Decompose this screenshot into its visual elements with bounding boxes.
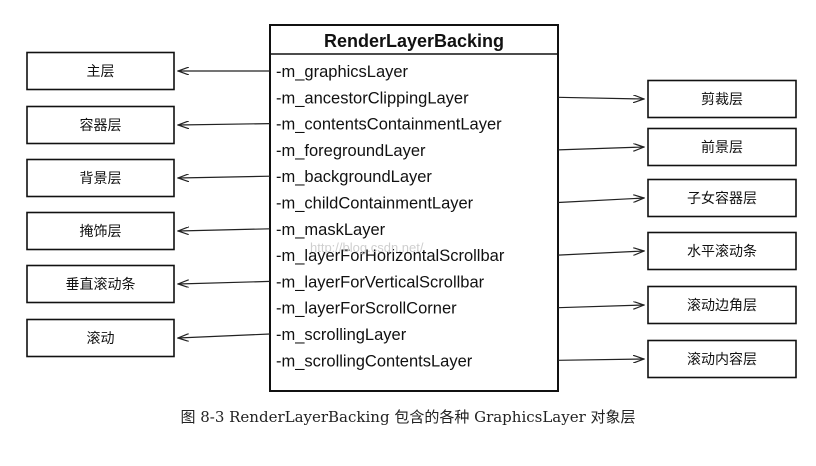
class-box: RenderLayerBacking -m_graphicsLayer -m_an…	[269, 24, 559, 392]
left-box-label: 垂直滚动条	[66, 276, 136, 293]
right-arrow	[557, 305, 644, 308]
left-arrow	[178, 281, 271, 284]
right-box-label: 前景层	[701, 139, 743, 156]
class-member: -m_childContainmentLayer	[276, 195, 474, 213]
left-box-label: 容器层	[80, 117, 122, 134]
class-member: -m_graphicsLayer	[276, 63, 409, 81]
class-member: -m_contentsContainmentLayer	[276, 116, 502, 134]
layer-diagram: RenderLayerBacking -m_graphicsLayer -m_an…	[26, 24, 797, 392]
left-box-label: 滚动	[87, 330, 115, 347]
class-member: -m_foregroundLayer	[276, 142, 426, 160]
left-boxes: 主层容器层背景层掩饰层垂直滚动条滚动	[26, 51, 271, 358]
figure-caption: 图 8-3 RenderLayerBacking 包含的各种 GraphicsL…	[180, 408, 636, 426]
right-arrow	[557, 251, 644, 256]
class-member: -m_backgroundLayer	[276, 168, 432, 186]
right-layer-box: 滚动边角层	[557, 285, 797, 325]
class-member: -m_layerForScrollCorner	[276, 300, 457, 318]
right-box-label: 滚动边角层	[687, 297, 757, 314]
right-box-label: 水平滚动条	[687, 243, 757, 260]
right-arrow	[557, 147, 644, 150]
right-boxes: 剪裁层前景层子女容器层水平滚动条滚动边角层滚动内容层	[557, 79, 797, 379]
left-layer-box: 背景层	[26, 158, 271, 198]
right-layer-box: 滚动内容层	[557, 339, 797, 379]
right-box-label: 滚动内容层	[687, 351, 757, 368]
class-member: -m_layerForVerticalScrollbar	[276, 273, 485, 291]
left-arrow	[178, 176, 271, 178]
left-layer-box: 容器层	[26, 105, 271, 145]
left-layer-box: 垂直滚动条	[26, 264, 271, 304]
right-layer-box: 剪裁层	[557, 79, 797, 119]
left-arrow	[178, 229, 271, 231]
class-member: -m_scrollingLayer	[276, 326, 407, 344]
right-layer-box: 水平滚动条	[557, 231, 797, 271]
class-title: RenderLayerBacking	[324, 31, 504, 51]
class-member: -m_scrollingContentsLayer	[276, 352, 473, 370]
right-box-label: 子女容器层	[687, 190, 757, 207]
right-box-label: 剪裁层	[701, 92, 743, 108]
right-arrow	[557, 97, 644, 99]
class-member: -m_maskLayer	[276, 221, 386, 239]
left-box-label: 掩饰层	[80, 224, 122, 240]
left-layer-box: 滚动	[26, 318, 271, 358]
left-arrow	[178, 333, 271, 338]
right-layer-box: 前景层	[557, 127, 797, 167]
left-layer-box: 主层	[26, 51, 270, 91]
right-arrow	[557, 198, 644, 204]
left-box-label: 主层	[87, 64, 115, 80]
right-arrow	[557, 359, 644, 360]
class-member: -m_ancestorClippingLayer	[276, 89, 469, 107]
left-arrow	[178, 124, 271, 125]
left-box-label: 背景层	[80, 171, 122, 187]
right-layer-box: 子女容器层	[557, 178, 797, 218]
left-layer-box: 掩饰层	[26, 211, 271, 251]
watermark: http://blog.csdn.net/	[310, 240, 424, 255]
